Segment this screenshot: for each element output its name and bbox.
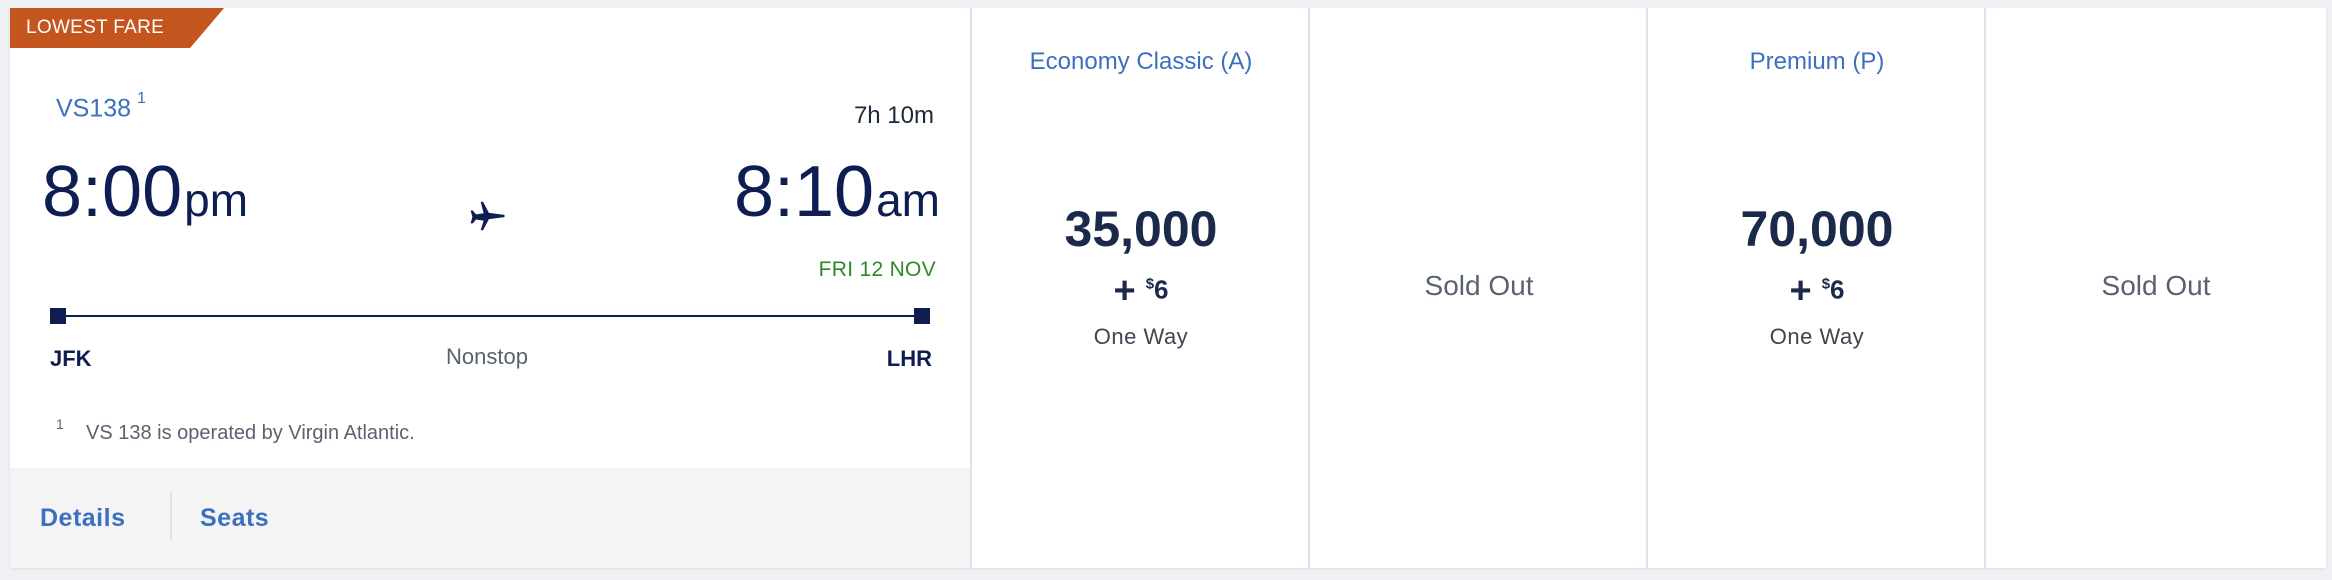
lowest-fare-badge: LOWEST FARE [10, 8, 224, 48]
departure-time-value: 8:00 [42, 152, 183, 232]
fare-sold-out-1: Sold Out [1308, 8, 1648, 568]
tax-amount: 6 [1154, 274, 1169, 305]
fare-tax: + $6 [1648, 270, 1986, 313]
origin-airport: JFK [50, 346, 92, 371]
departure-time: 8:00pm [42, 156, 248, 228]
fare-premium[interactable]: Premium (P) 70,000 + $6 One Way [1646, 8, 1986, 568]
footnote-number: 1 [56, 416, 64, 432]
flight-number[interactable]: VS138 [56, 94, 131, 122]
arrival-time: 8:10am [734, 156, 940, 228]
plus-sign: + [1113, 270, 1136, 312]
trip-type: One Way [1093, 324, 1189, 349]
origin-marker [50, 308, 66, 324]
flight-result-card: LOWEST FARE VS138 1 7h 10m 8:00pm 8:10am … [10, 8, 2326, 568]
tax-currency: $ [1145, 275, 1155, 293]
operated-by-note: VS 138 is operated by Virgin Atlantic. [86, 422, 415, 444]
footer-divider [170, 492, 172, 540]
airplane-icon [470, 201, 505, 231]
cabin-label: Economy Classic (A) [1029, 48, 1253, 75]
flight-number-link[interactable]: VS138 1 [56, 90, 146, 123]
stops-label: Nonstop [446, 344, 528, 369]
arrival-time-value: 8:10 [733, 152, 875, 232]
fare-miles: 70,000 [1740, 201, 1894, 257]
flight-actions-footer: Details Seats [10, 468, 970, 568]
fare-miles: 35,000 [1064, 201, 1218, 257]
fare-tax: + $6 [972, 270, 1310, 313]
tax-amount: 6 [1830, 274, 1845, 305]
flight-duration: 7h 10m [853, 102, 934, 129]
arrival-date: FRI 12 NOV [818, 258, 936, 281]
sold-out-label: Sold Out [1424, 270, 1534, 301]
sold-out-label: Sold Out [2101, 270, 2211, 301]
cabin-label: Premium (P) [1749, 48, 1885, 75]
destination-marker [914, 308, 930, 324]
tax-currency: $ [1821, 275, 1831, 293]
footnote-marker: 1 [137, 90, 146, 107]
fare-sold-out-2: Sold Out [1984, 8, 2326, 568]
plus-sign: + [1789, 270, 1812, 312]
departure-ampm: pm [184, 174, 249, 226]
arrival-ampm: am [876, 174, 940, 226]
seats-link[interactable]: Seats [200, 504, 269, 533]
flight-info-panel: LOWEST FARE VS138 1 7h 10m 8:00pm 8:10am … [10, 8, 970, 568]
fare-economy-classic[interactable]: Economy Classic (A) 35,000 + $6 One Way [970, 8, 1310, 568]
route-line [50, 315, 920, 317]
trip-type: One Way [1769, 324, 1865, 349]
details-link[interactable]: Details [40, 504, 125, 533]
destination-airport: LHR [886, 346, 932, 371]
